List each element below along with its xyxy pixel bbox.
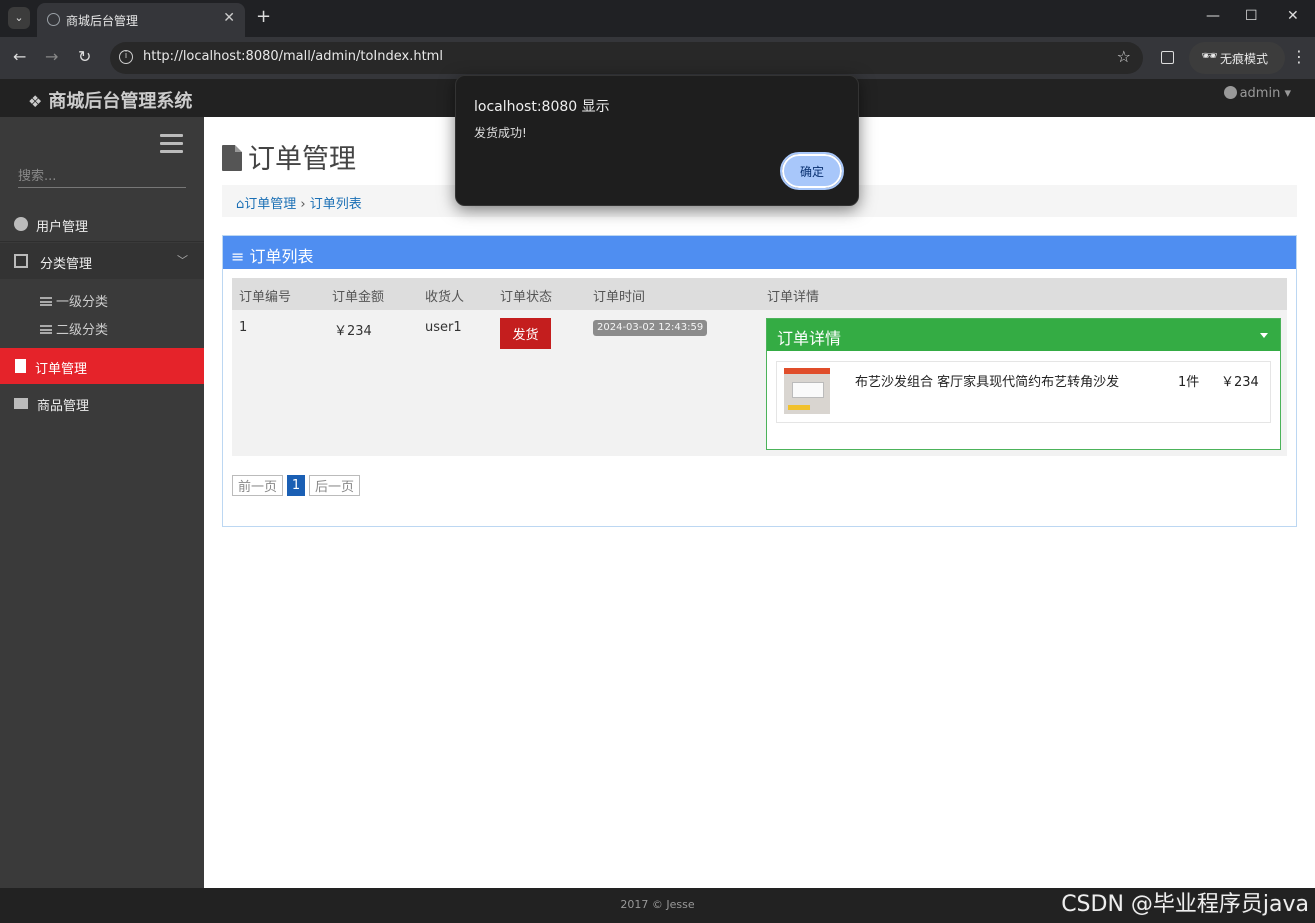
sidebar-subitem-level2[interactable]: 二级分类 xyxy=(40,319,108,338)
sidebar-subitem-label: 二级分类 xyxy=(56,323,109,338)
incognito-label: 无痕模式 xyxy=(1220,52,1269,66)
order-detail-title: 订单详情 xyxy=(777,329,842,348)
page-1-button[interactable]: 1 xyxy=(287,475,306,496)
dialog-host: localhost:8080 显示 xyxy=(474,99,610,115)
header-receiver: 收货人 xyxy=(425,290,465,305)
caret-down-icon: ▾ xyxy=(1284,86,1291,101)
product-price: ￥234 xyxy=(1221,375,1259,390)
product-quantity: 1件 xyxy=(1178,375,1200,390)
breadcrumb-separator: › xyxy=(300,197,306,212)
caret-down-icon xyxy=(1260,333,1268,338)
alert-dialog: localhost:8080 显示 发货成功! 确定 xyxy=(455,75,859,206)
close-tab-icon[interactable]: ✕ xyxy=(223,10,235,26)
bookmark-star-icon[interactable]: ☆ xyxy=(1117,47,1131,66)
header-detail: 订单详情 xyxy=(767,290,820,305)
header-order-id: 订单编号 xyxy=(239,290,292,305)
sidebar-item-label: 订单管理 xyxy=(35,362,88,377)
window-close-icon[interactable]: ✕ xyxy=(1287,8,1299,24)
list-icon xyxy=(40,325,52,334)
header-amount: 订单金额 xyxy=(332,290,385,305)
incognito-indicator[interactable]: 🕶 无痕模式 xyxy=(1189,42,1285,74)
sidebar-subitem-level1[interactable]: 一级分类 xyxy=(40,291,108,310)
sidebar-item-orders[interactable]: 订单管理 xyxy=(0,348,204,384)
shopping-bag-icon xyxy=(14,398,28,409)
new-tab-button[interactable]: + xyxy=(256,7,271,27)
address-bar[interactable]: i http://localhost:8080/mall/admin/toInd… xyxy=(110,42,1143,74)
breadcrumb-root[interactable]: ⌂订单管理 xyxy=(236,197,296,212)
chevron-down-icon: ﹀ xyxy=(177,254,188,267)
maximize-icon[interactable]: ☐ xyxy=(1245,8,1258,24)
tab-title: 商城后台管理 xyxy=(66,14,139,28)
dialog-ok-button[interactable]: 确定 xyxy=(780,152,844,190)
cubes-logo-icon: ❖ xyxy=(28,92,43,111)
next-page-button[interactable]: 后一页 xyxy=(309,475,361,496)
tab-search-button[interactable]: ⌄ xyxy=(8,7,30,29)
side-panel-icon[interactable] xyxy=(1161,51,1174,64)
user-name: admin xyxy=(1239,86,1281,101)
file-text-icon xyxy=(15,359,26,373)
reload-icon[interactable]: ↻ xyxy=(78,48,91,66)
table-header: 订单编号 订单金额 收货人 订单状态 订单时间 订单详情 xyxy=(232,278,1287,310)
sidebar-search-input[interactable] xyxy=(18,166,186,188)
page-title: 订单管理 xyxy=(222,137,356,176)
breadcrumb-root-label: 订单管理 xyxy=(244,197,297,212)
sidebar-item-label: 分类管理 xyxy=(40,257,93,272)
order-time-badge: 2024-03-02 12:43:59 xyxy=(593,320,708,336)
cell-amount: ￥234 xyxy=(334,324,372,339)
brand[interactable]: ❖ 商城后台管理系统 xyxy=(28,87,192,113)
minimize-icon[interactable]: — xyxy=(1206,8,1220,24)
sidebar-item-users[interactable]: 用户管理 xyxy=(0,206,204,242)
sidebar-item-label: 商品管理 xyxy=(37,399,90,414)
sidebar-item-products[interactable]: 商品管理 xyxy=(0,385,204,421)
list-item: 布艺沙发组合 客厅家具现代简约布艺转角沙发 1件 ￥234 xyxy=(776,361,1271,423)
header-time: 订单时间 xyxy=(593,290,646,305)
panel-title: ≡ 订单列表 xyxy=(223,236,1296,269)
back-icon[interactable]: ← xyxy=(13,48,26,66)
sidebar-item-categories[interactable]: 分类管理 ﹀ xyxy=(0,243,204,279)
browser-toolbar: ← → ↻ i http://localhost:8080/mall/admin… xyxy=(0,37,1315,79)
hamburger-menu-icon[interactable] xyxy=(160,134,183,158)
file-text-icon xyxy=(222,145,242,171)
order-list-panel: ≡ 订单列表 订单编号 订单金额 收货人 订单状态 订单时间 订单详情 1 ￥2… xyxy=(222,235,1297,527)
breadcrumb-current[interactable]: 订单列表 xyxy=(310,197,362,212)
page-title-text: 订单管理 xyxy=(248,144,356,175)
globe-icon xyxy=(47,13,60,26)
ship-button[interactable]: 发货 xyxy=(500,318,551,349)
user-avatar-icon xyxy=(1223,86,1237,99)
cell-receiver: user1 xyxy=(425,320,462,335)
sidebar: 用户管理 分类管理 ﹀ 一级分类 二级分类 订单管理 商品管理 xyxy=(0,117,204,888)
forward-icon[interactable]: → xyxy=(45,48,58,66)
browser-menu-icon[interactable]: ⋮ xyxy=(1291,47,1307,66)
browser-tab[interactable]: 商城后台管理 ✕ xyxy=(37,3,245,37)
site-info-icon[interactable]: i xyxy=(119,50,133,64)
dialog-message: 发货成功! xyxy=(474,126,527,140)
product-name: 布艺沙发组合 客厅家具现代简约布艺转角沙发 xyxy=(855,375,1120,390)
sidebar-item-label: 用户管理 xyxy=(36,220,89,235)
sidebar-subitem-label: 一级分类 xyxy=(56,295,109,310)
header-status: 订单状态 xyxy=(500,290,553,305)
prev-page-button[interactable]: 前一页 xyxy=(232,475,284,496)
pagination: 前一页 1 后一页 xyxy=(232,475,364,496)
watermark: CSDN @毕业程序员java xyxy=(1061,892,1309,917)
cell-order-id: 1 xyxy=(239,320,248,335)
user-circle-icon xyxy=(14,217,28,231)
list-icon xyxy=(40,297,52,306)
product-thumbnail[interactable] xyxy=(784,368,830,414)
incognito-icon: 🕶 xyxy=(1201,49,1218,64)
user-menu[interactable]: admin ▾ xyxy=(1223,86,1291,101)
order-detail-toggle[interactable]: 订单详情 xyxy=(767,319,1280,351)
browser-tabbar: ⌄ 商城后台管理 ✕ + — ☐ ✕ xyxy=(0,0,1315,37)
orders-table: 订单编号 订单金额 收货人 订单状态 订单时间 订单详情 1 ￥234 user… xyxy=(232,278,1287,456)
brand-title: 商城后台管理系统 xyxy=(48,91,193,112)
url-text[interactable]: http://localhost:8080/mall/admin/toIndex… xyxy=(143,49,443,64)
object-group-icon xyxy=(14,254,28,268)
order-detail-panel: 订单详情 布艺沙发组合 客厅家具现代简约布艺转角沙发 1件 ￥234 xyxy=(766,318,1281,450)
